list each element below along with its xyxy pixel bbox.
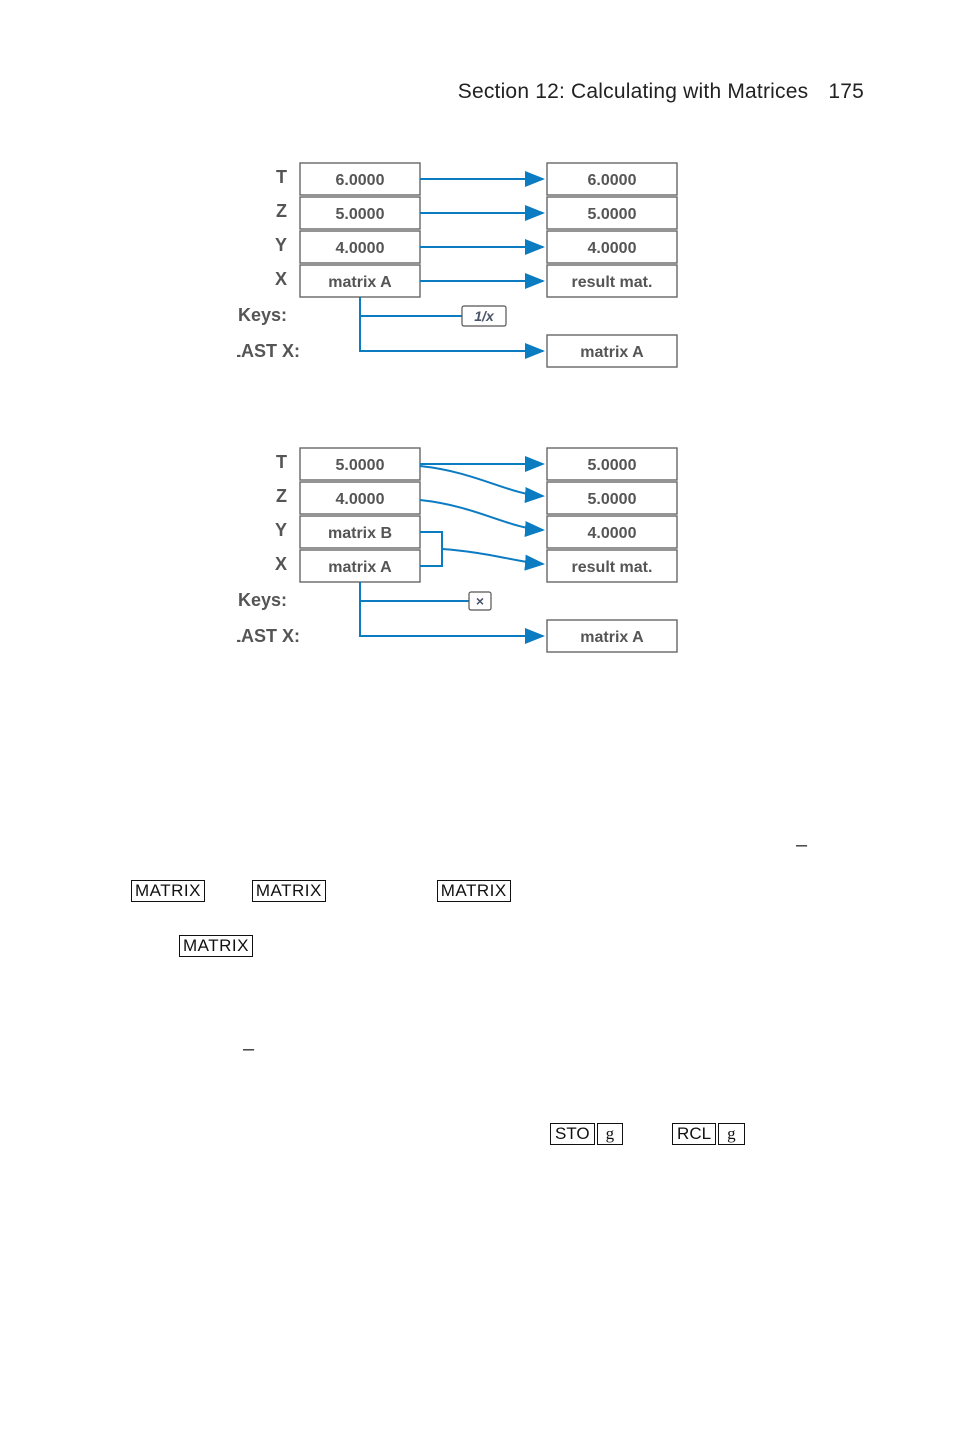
svg-text:matrix A: matrix A — [328, 559, 392, 576]
matrix-key-row-1: MATRIX MATRIX MATRIX — [130, 880, 830, 902]
svg-text:5.0000: 5.0000 — [588, 457, 637, 474]
bracket-y-x — [420, 532, 442, 566]
row-label-x: X — [275, 269, 287, 289]
svg-text:5.0000: 5.0000 — [336, 457, 385, 474]
matrix-key[interactable]: MATRIX — [437, 880, 511, 902]
page-header: Section 12: Calculating with Matrices 17… — [90, 80, 864, 104]
svg-text:5.0000: 5.0000 — [588, 206, 637, 223]
lastx-label: LAST X: — [237, 341, 300, 361]
svg-text:matrix A: matrix A — [580, 344, 644, 361]
svg-text:matrix A: matrix A — [580, 629, 644, 646]
svg-text:6.0000: 6.0000 — [588, 172, 637, 189]
section-title: Section 12: Calculating with Matrices — [458, 80, 809, 103]
arrow-t-z — [420, 466, 543, 496]
left-stack: 6.0000 5.0000 4.0000 matrix A — [300, 163, 420, 297]
svg-text:Y: Y — [275, 520, 287, 540]
svg-text:5.0000: 5.0000 — [588, 491, 637, 508]
lastx-arrow — [360, 316, 543, 351]
dash-1: – — [796, 834, 807, 857]
matrix-key-row-2: MATRIX — [178, 935, 254, 957]
dash-2: – — [243, 1038, 254, 1061]
key-line — [360, 297, 462, 316]
svg-text:X: X — [275, 554, 287, 574]
sto-key[interactable]: STO — [550, 1123, 595, 1145]
row-label-t: T — [276, 167, 287, 187]
key-line — [360, 582, 469, 601]
stack-diagram-2: T Z Y X 5.0000 4.0000 matrix B matrix A — [237, 444, 717, 674]
g-key[interactable]: g — [718, 1123, 745, 1145]
right-stack: 6.0000 5.0000 4.0000 result mat. — [547, 163, 677, 297]
bottom-keys: STOg RCLg — [550, 1123, 745, 1145]
svg-text:T: T — [276, 452, 287, 472]
g-key[interactable]: g — [597, 1123, 624, 1145]
row-label-z: Z — [276, 201, 287, 221]
stack-diagram-1: T Z Y X 6.0000 5.0000 4.0000 matrix A — [237, 159, 717, 389]
key-1x: 1/x — [474, 308, 495, 324]
svg-text:matrix B: matrix B — [328, 525, 392, 542]
keys-label: Keys: — [238, 590, 287, 610]
svg-text:4.0000: 4.0000 — [336, 240, 385, 257]
svg-text:4.0000: 4.0000 — [588, 240, 637, 257]
svg-text:5.0000: 5.0000 — [336, 206, 385, 223]
page-number: 175 — [828, 80, 864, 103]
row-label-y: Y — [275, 235, 287, 255]
lastx-arrow — [360, 601, 543, 636]
keys-label: Keys: — [238, 305, 287, 325]
arrow-yx-x — [442, 549, 543, 564]
svg-text:4.0000: 4.0000 — [336, 491, 385, 508]
rcl-key[interactable]: RCL — [672, 1123, 716, 1145]
lastx-label: LAST X: — [237, 626, 300, 646]
svg-text:6.0000: 6.0000 — [336, 172, 385, 189]
svg-text:4.0000: 4.0000 — [588, 525, 637, 542]
svg-text:result mat.: result mat. — [572, 559, 653, 576]
matrix-key[interactable]: MATRIX — [131, 880, 205, 902]
matrix-key[interactable]: MATRIX — [179, 935, 253, 957]
svg-text:Z: Z — [276, 486, 287, 506]
matrix-key[interactable]: MATRIX — [252, 880, 326, 902]
right-stack: 5.0000 5.0000 4.0000 result mat. — [547, 448, 677, 582]
key-mult: × — [476, 593, 484, 609]
svg-text:result mat.: result mat. — [572, 274, 653, 291]
arrow-z-y — [420, 500, 543, 530]
left-stack: 5.0000 4.0000 matrix B matrix A — [300, 448, 420, 582]
svg-text:matrix A: matrix A — [328, 274, 392, 291]
